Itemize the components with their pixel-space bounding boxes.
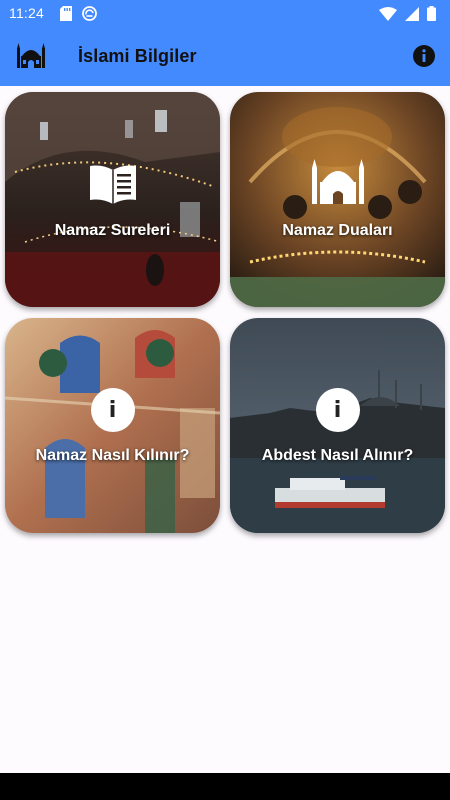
status-time: 11:24 [9, 5, 44, 21]
battery-icon [427, 6, 436, 21]
card-namaz-nasil-kilinir[interactable]: i Namaz Nasıl Kılınır? [5, 318, 220, 533]
status-bar: 11:24 [0, 0, 450, 28]
card-namaz-dualari[interactable]: Namaz Duaları [230, 92, 445, 307]
app-bar: İslami Bilgiler [0, 28, 450, 86]
card-label: Namaz Nasıl Kılınır? [35, 447, 190, 464]
card-label: Abdest Nasıl Alınır? [261, 447, 414, 464]
info-icon: i [90, 388, 135, 432]
info-icon: i [315, 388, 360, 432]
card-label: Namaz Duaları [282, 222, 393, 239]
system-nav-bar [0, 773, 450, 800]
card-label: Namaz Sureleri [54, 222, 171, 239]
card-abdest-nasil-alinir[interactable]: i Abdest Nasıl Alınır? [230, 318, 445, 533]
info-icon[interactable] [413, 45, 435, 67]
sd-card-icon [60, 6, 72, 21]
card-namaz-sureleri[interactable]: Namaz Sureleri [5, 92, 220, 307]
book-icon [89, 165, 136, 204]
mosque-icon [17, 43, 45, 68]
mosque-icon [311, 159, 364, 204]
sync-icon [82, 6, 97, 21]
wifi-icon [379, 6, 397, 21]
app-title: İslami Bilgiler [78, 46, 197, 66]
signal-icon [405, 6, 419, 21]
